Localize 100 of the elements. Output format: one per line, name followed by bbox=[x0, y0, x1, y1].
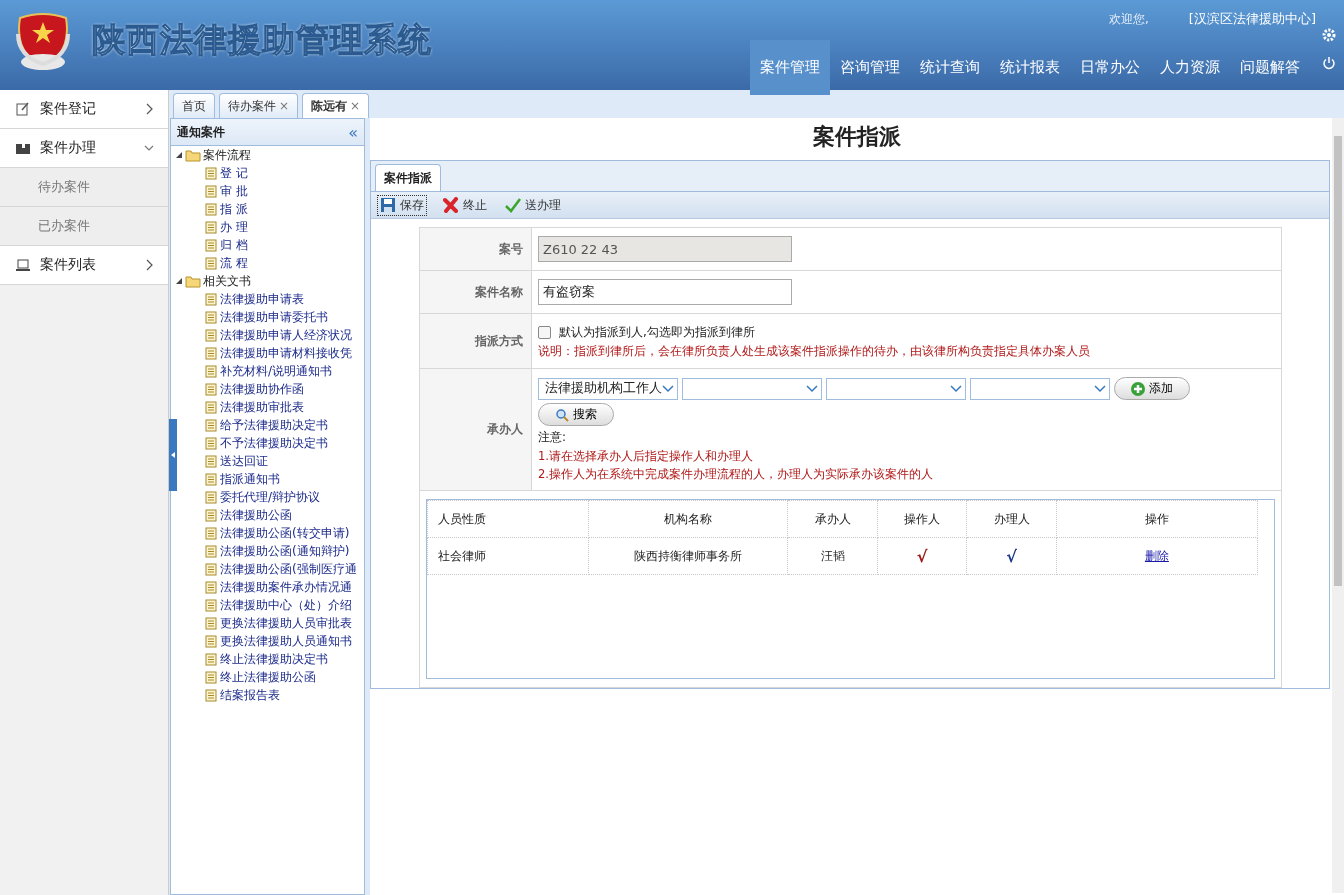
tree-item[interactable]: 法律援助申请委托书 bbox=[220, 308, 328, 326]
caret-icon bbox=[1094, 384, 1106, 393]
nav-tab[interactable]: 问题解答 bbox=[1230, 40, 1310, 95]
toolbar-button[interactable]: 送办理 bbox=[503, 195, 563, 215]
document-icon bbox=[205, 346, 217, 360]
tree-item[interactable]: 流 程 bbox=[220, 254, 248, 272]
nav-tab[interactable]: 日常办公 bbox=[1070, 40, 1150, 95]
document-icon bbox=[205, 382, 217, 396]
floppy-icon bbox=[380, 197, 396, 213]
folder-icon bbox=[185, 148, 201, 162]
dropdown[interactable] bbox=[826, 377, 966, 400]
tree-item[interactable]: 办 理 bbox=[220, 218, 248, 236]
check-icon bbox=[505, 197, 521, 213]
nav-tab[interactable]: 人力资源 bbox=[1150, 40, 1230, 95]
toolbar-button[interactable]: 保存 bbox=[377, 194, 427, 216]
tree-item[interactable]: 法律援助公函(通知辩护) bbox=[220, 542, 350, 560]
page-tab[interactable]: 陈远有 × bbox=[302, 93, 370, 118]
page-title: 案件指派 bbox=[812, 123, 902, 151]
panel-tab[interactable]: 案件指派 bbox=[375, 164, 441, 191]
handler-note: 注意: bbox=[538, 429, 568, 446]
tree-item[interactable]: 登 记 bbox=[220, 164, 248, 182]
tree-item[interactable]: 法律援助公函 bbox=[220, 506, 292, 524]
tree-item[interactable]: 法律援助审批表 bbox=[220, 398, 304, 416]
nav-tab[interactable]: 统计查询 bbox=[910, 40, 990, 95]
tree-item[interactable]: 不予法律援助决定书 bbox=[220, 434, 328, 452]
caret-icon bbox=[662, 384, 674, 393]
column-header: 机构名称 bbox=[588, 500, 788, 538]
tree-item[interactable]: 结案报告表 bbox=[220, 686, 280, 704]
table-cell: 陕西持衡律师事务所 bbox=[588, 537, 788, 575]
page-tab[interactable]: 首页 bbox=[173, 93, 215, 118]
document-icon bbox=[205, 598, 217, 612]
toolbar-button[interactable]: 终止 bbox=[441, 195, 489, 215]
tree-item[interactable]: 法律援助协作函 bbox=[220, 380, 304, 398]
tree-item[interactable]: 法律援助公函(强制医疗通 bbox=[220, 560, 357, 578]
nav-tab[interactable]: 统计报表 bbox=[990, 40, 1070, 95]
search-button[interactable]: 搜索 bbox=[538, 403, 614, 426]
plus-icon bbox=[1131, 381, 1145, 396]
document-icon bbox=[205, 238, 217, 252]
collapse-handle[interactable] bbox=[169, 419, 177, 491]
tree-item[interactable]: 法律援助申请表 bbox=[220, 290, 304, 308]
delete-link[interactable]: 删除 bbox=[1144, 548, 1169, 563]
column-header: 办理人 bbox=[966, 500, 1057, 538]
document-icon bbox=[205, 472, 217, 486]
dropdown[interactable]: 法律援助机构工作人 bbox=[538, 377, 678, 400]
document-icon bbox=[205, 310, 217, 324]
tree-folder[interactable]: 案件流程 bbox=[171, 146, 364, 164]
tree-item[interactable]: 法律援助中心（处）介绍 bbox=[220, 596, 352, 614]
tree-item[interactable]: 指 派 bbox=[220, 200, 248, 218]
field-label: 案件名称 bbox=[420, 271, 532, 313]
processor-check: √ bbox=[1006, 546, 1017, 566]
expand-triangle-icon bbox=[175, 151, 183, 159]
sidebar-item[interactable]: 案件登记 bbox=[0, 90, 168, 129]
case-name-field[interactable]: 有盗窃案 bbox=[538, 279, 792, 305]
tree-item[interactable]: 法律援助申请人经济状况 bbox=[220, 326, 352, 344]
add-button[interactable]: 添加 bbox=[1114, 377, 1190, 400]
document-icon bbox=[205, 220, 217, 234]
close-icon bbox=[443, 197, 459, 213]
tree-item[interactable]: 归 档 bbox=[220, 236, 248, 254]
scrollbar[interactable] bbox=[1332, 118, 1344, 893]
column-header: 承办人 bbox=[787, 500, 878, 538]
document-icon bbox=[205, 328, 217, 342]
power-icon[interactable] bbox=[1322, 56, 1336, 70]
tree-folder-label: 案件流程 bbox=[203, 146, 251, 164]
tree-item[interactable]: 终止法律援助决定书 bbox=[220, 650, 328, 668]
field-label: 承办人 bbox=[420, 369, 532, 490]
tree-item[interactable]: 补充材料/说明通知书 bbox=[220, 362, 333, 380]
checkbox[interactable] bbox=[538, 325, 551, 339]
laptop-icon bbox=[16, 258, 30, 272]
folder-icon bbox=[185, 274, 201, 288]
settings-icon[interactable] bbox=[1322, 28, 1336, 42]
dropdown[interactable] bbox=[970, 377, 1110, 400]
tree-item[interactable]: 指派通知书 bbox=[220, 470, 280, 488]
chevron-icon bbox=[144, 258, 154, 272]
dropdown[interactable] bbox=[682, 377, 822, 400]
tree-item[interactable]: 送达回证 bbox=[220, 452, 268, 470]
tree-item[interactable]: 更换法律援助人员通知书 bbox=[220, 632, 352, 650]
tree-item[interactable]: 委托代理/辩护协议 bbox=[220, 488, 321, 506]
tree-item[interactable]: 审 批 bbox=[220, 182, 248, 200]
edit-icon bbox=[16, 102, 30, 116]
tree-item[interactable]: 法律援助公函(转交申请) bbox=[220, 524, 350, 542]
tree-item[interactable]: 更换法律援助人员审批表 bbox=[220, 614, 352, 632]
sidebar-item[interactable]: 案件列表 bbox=[0, 246, 168, 285]
page-tab[interactable]: 待办案件 × bbox=[219, 93, 299, 118]
nav-tab[interactable]: 咨询管理 bbox=[830, 40, 910, 95]
document-icon bbox=[205, 436, 217, 450]
tree-item[interactable]: 法律援助申请材料接收凭 bbox=[220, 344, 352, 362]
tree-item[interactable]: 终止法律援助公函 bbox=[220, 668, 316, 686]
sidebar-item[interactable]: 案件办理 bbox=[0, 129, 168, 168]
column-header: 操作 bbox=[1056, 500, 1258, 538]
welcome-text: 欢迎您, bbox=[1109, 10, 1149, 28]
tree-item[interactable]: 法律援助案件承办情况通 bbox=[220, 578, 352, 596]
document-icon bbox=[205, 184, 217, 198]
app-title: 陕西法律援助管理系统 bbox=[92, 19, 432, 61]
document-icon bbox=[205, 202, 217, 216]
tree-folder[interactable]: 相关文书 bbox=[171, 272, 364, 290]
document-icon bbox=[205, 544, 217, 558]
chevron-icon bbox=[144, 102, 154, 116]
collapse-button[interactable]: « bbox=[348, 122, 358, 142]
document-icon bbox=[205, 526, 217, 540]
tree-item[interactable]: 给予法律援助决定书 bbox=[220, 416, 328, 434]
